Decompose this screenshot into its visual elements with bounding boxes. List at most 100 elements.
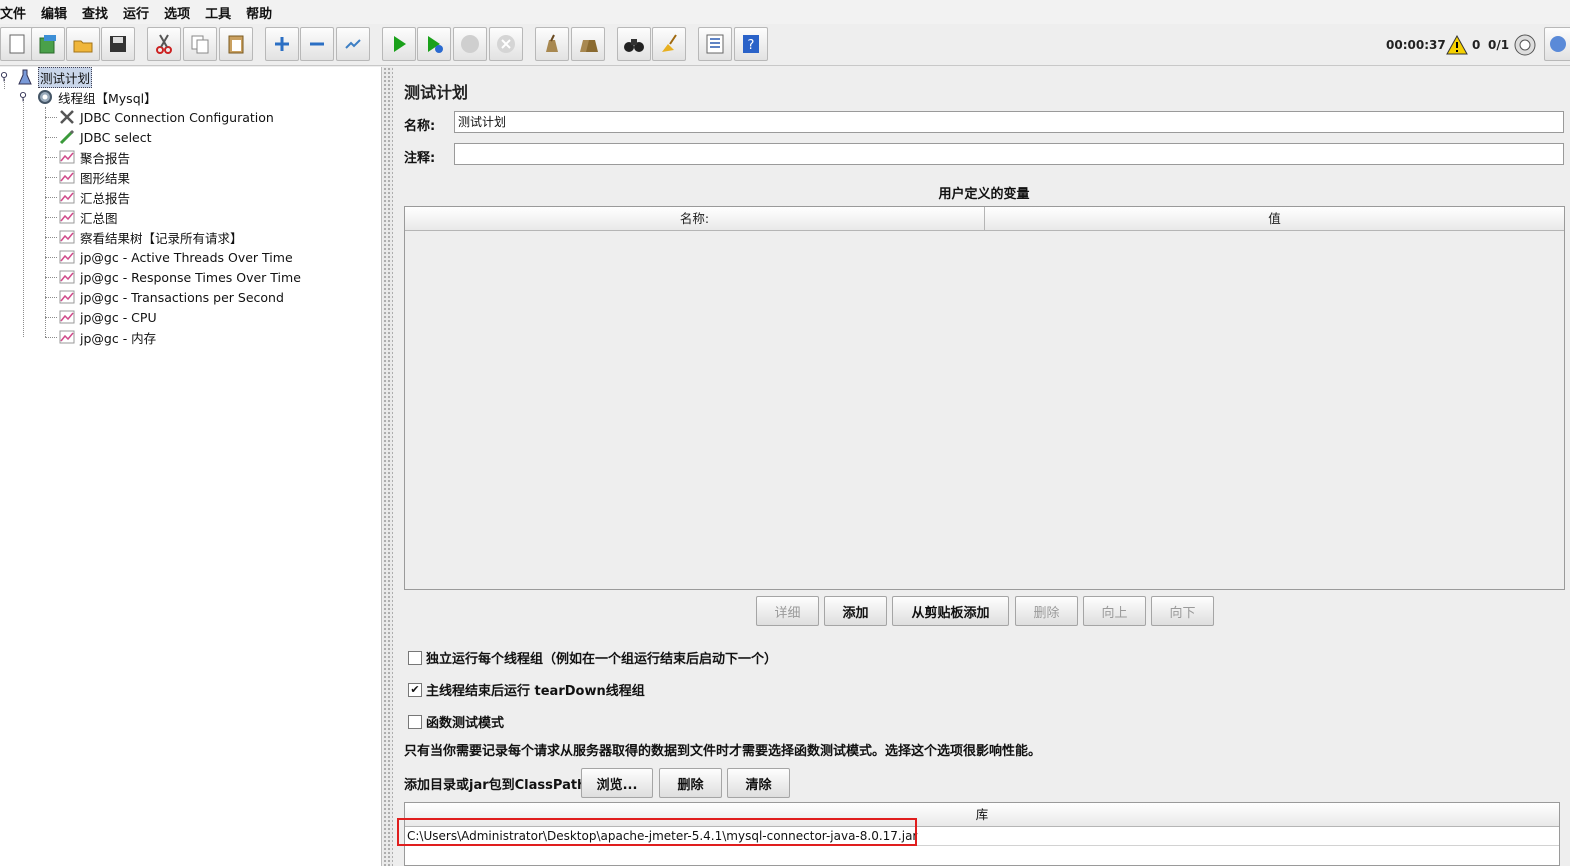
shutdown-button[interactable] xyxy=(489,27,523,61)
toggle-button[interactable] xyxy=(336,27,370,61)
reset-search-button[interactable] xyxy=(652,27,686,61)
open-button[interactable] xyxy=(66,27,100,61)
broom-icon xyxy=(662,34,677,52)
warning-indicator[interactable]: 0 xyxy=(1446,24,1480,66)
tree-node-label: jp@gc - 内存 xyxy=(80,330,157,346)
elapsed-time: 00:00:37 xyxy=(1386,38,1446,52)
functional-checkbox[interactable] xyxy=(408,714,422,729)
listener-icon xyxy=(58,168,76,186)
move-up-button[interactable]: 向上 xyxy=(1083,596,1146,626)
menu-file[interactable]: 文件 xyxy=(0,3,33,22)
log-viewer-button[interactable] xyxy=(1544,27,1570,61)
copy-button[interactable] xyxy=(183,27,217,61)
expand-icon xyxy=(275,37,289,51)
save-button[interactable] xyxy=(101,27,135,61)
tree-node-jdbc-config[interactable]: JDBC Connection Configuration xyxy=(58,107,274,127)
templates-button[interactable] xyxy=(31,27,65,61)
tree-node-test-plan[interactable]: 测试计划 xyxy=(16,66,93,88)
menu-run[interactable]: 运行 xyxy=(123,3,156,22)
cut-button[interactable] xyxy=(147,27,181,61)
classpath-delete-button[interactable]: 删除 xyxy=(659,768,722,798)
user-variables-table[interactable]: 名称: 值 xyxy=(404,206,1565,590)
function-helper-button[interactable] xyxy=(698,27,732,61)
sampler-icon xyxy=(58,128,76,146)
tree-node-thread-group[interactable]: 线程组【Mysql】 xyxy=(36,87,157,107)
tree-node-response-times[interactable]: jp@gc - Response Times Over Time xyxy=(58,267,301,287)
binoculars-icon xyxy=(624,39,644,52)
serialize-checkbox[interactable] xyxy=(408,650,422,665)
clear-all-button[interactable] xyxy=(571,27,605,61)
clear-button[interactable] xyxy=(535,27,569,61)
functional-mode-note: 只有当你需要记录每个请求从服务器取得的数据到文件时才需要选择函数测试模式。选择这… xyxy=(404,744,1042,759)
thread-group-expander[interactable]: ⚲ xyxy=(19,91,29,103)
start-no-pause-button[interactable] xyxy=(417,27,451,61)
menu-tools[interactable]: 工具 xyxy=(205,3,238,22)
cut-icon xyxy=(156,34,172,54)
delete-button[interactable]: 删除 xyxy=(1015,596,1078,626)
split-pane-divider[interactable] xyxy=(383,67,393,866)
search-button[interactable] xyxy=(617,27,651,61)
teardown-checkbox[interactable]: ✔ xyxy=(408,682,422,697)
menu-search[interactable]: 查找 xyxy=(82,3,115,22)
paste-button[interactable] xyxy=(219,27,253,61)
tree-node-summary-report[interactable]: 汇总报告 xyxy=(58,187,130,207)
add-from-clipboard-button[interactable]: 从剪贴板添加 xyxy=(892,596,1009,626)
serialize-threadgroups-option[interactable]: 独立运行每个线程组（例如在一个组运行结束后启动下一个） xyxy=(408,648,777,667)
tree-node-label: 察看结果树【记录所有请求】 xyxy=(80,230,243,246)
user-variables-title: 用户定义的变量 xyxy=(938,187,1030,202)
save-icon xyxy=(110,36,126,52)
tree-node-cpu[interactable]: jp@gc - CPU xyxy=(58,307,157,327)
listener-icon xyxy=(58,248,76,266)
collapse-button[interactable] xyxy=(300,27,334,61)
test-plan-tree: ⚲ 测试计划 ⚲ 线程组【Mysql】 JDBC Connection Conf… xyxy=(0,66,382,866)
collapse-icon xyxy=(310,42,324,46)
move-down-button[interactable]: 向下 xyxy=(1151,596,1214,626)
tree-node-summary-graph[interactable]: 汇总图 xyxy=(58,207,118,227)
add-button[interactable]: 添加 xyxy=(824,596,887,626)
classpath-label: 添加目录或jar包到ClassPath xyxy=(404,778,587,793)
expand-button[interactable] xyxy=(265,27,299,61)
name-field[interactable]: 测试计划 xyxy=(454,111,1564,133)
column-header-value[interactable]: 值 xyxy=(985,207,1564,230)
tree-node-view-results-tree[interactable]: 察看结果树【记录所有请求】 xyxy=(58,227,243,247)
stop-button[interactable] xyxy=(453,27,487,61)
clear-all-icon xyxy=(580,40,598,52)
listener-icon xyxy=(58,188,76,206)
listener-icon xyxy=(58,148,76,166)
listener-icon xyxy=(58,208,76,226)
teardown-label: 主线程结束后运行 tearDown线程组 xyxy=(426,684,645,699)
comment-field[interactable] xyxy=(454,143,1564,165)
start-button[interactable] xyxy=(382,27,416,61)
tree-node-label: JDBC select xyxy=(80,129,152,145)
tree-node-memory[interactable]: jp@gc - 内存 xyxy=(58,327,156,347)
test-plan-editor: 测试计划 名称: 测试计划 注释: 用户定义的变量 名称: 值 详细 添加 从剪… xyxy=(394,67,1570,866)
warning-count: 0 xyxy=(1472,38,1481,52)
serialize-label: 独立运行每个线程组（例如在一个组运行结束后启动下一个） xyxy=(426,652,778,667)
help-button[interactable]: ? xyxy=(734,27,768,61)
classpath-clear-button[interactable]: 清除 xyxy=(727,768,790,798)
detail-button[interactable]: 详细 xyxy=(756,596,819,626)
teardown-option[interactable]: ✔ 主线程结束后运行 tearDown线程组 xyxy=(408,680,645,699)
tree-node-transactions-per-second[interactable]: jp@gc - Transactions per Second xyxy=(58,287,284,307)
browse-button[interactable]: 浏览... xyxy=(581,768,653,798)
column-header-name[interactable]: 名称: xyxy=(405,207,985,230)
menu-options[interactable]: 选项 xyxy=(164,3,197,22)
menu-help[interactable]: 帮助 xyxy=(246,3,279,22)
tree-node-label: 汇总图 xyxy=(80,210,118,226)
tree-node-active-threads[interactable]: jp@gc - Active Threads Over Time xyxy=(58,247,293,267)
gear-icon xyxy=(36,88,54,106)
new-button[interactable] xyxy=(0,27,34,61)
root-expander[interactable]: ⚲ xyxy=(0,71,10,83)
name-label: 名称: xyxy=(404,119,436,134)
tree-node-aggregate-report[interactable]: 聚合报告 xyxy=(58,147,130,167)
remote-indicator[interactable] xyxy=(1514,24,1536,66)
open-icon xyxy=(73,40,93,53)
stop-icon xyxy=(461,35,479,53)
functional-mode-option[interactable]: 函数测试模式 xyxy=(408,712,504,731)
tree-node-graph-results[interactable]: 图形结果 xyxy=(58,167,130,187)
menu-edit[interactable]: 编辑 xyxy=(41,3,74,22)
start-icon xyxy=(394,36,406,52)
tree-node-jdbc-select[interactable]: JDBC select xyxy=(58,127,152,147)
listener-icon xyxy=(58,268,76,286)
listener-icon xyxy=(58,308,76,326)
